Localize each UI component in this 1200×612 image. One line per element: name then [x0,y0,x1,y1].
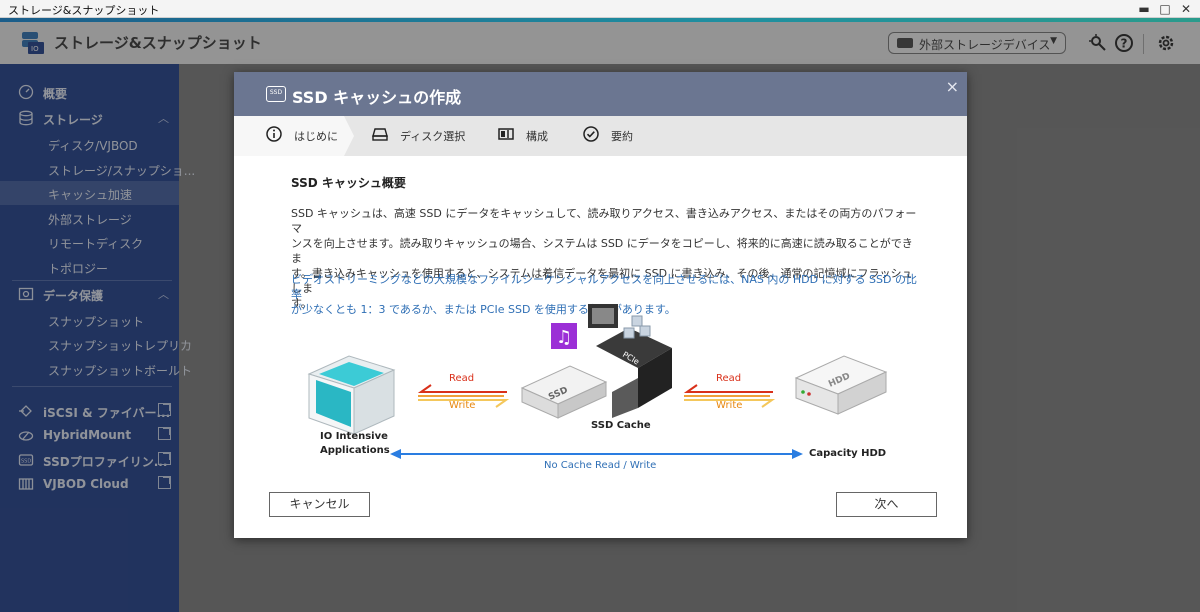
write-label-left: Write [449,400,476,411]
music-icon: ♫ [551,323,577,349]
capacity-hdd-label: Capacity HDD [809,448,887,459]
read-label-left: Read [449,373,475,384]
disk-icon [372,128,388,141]
wizard-steps: はじめに ディスク選択 構成 要約 [234,116,967,156]
step-label: はじめに [294,130,338,143]
info-icon [266,126,282,142]
check-circle-icon [583,126,599,142]
io-apps-label-line2: Applications [320,445,390,456]
svg-text:♫: ♫ [556,327,572,348]
cancel-button[interactable]: キャンセル [269,492,370,517]
ssd-cache-dialog: SSD SSD キャッシュの作成 × はじめに ディスク選択 構成 要約 SSD… [234,72,967,538]
read-label-right: Read [716,373,742,384]
step-label: 構成 [526,130,548,143]
hdd-illustration: HDD [794,355,888,415]
ssd-cache-illustration: PCIe SSD SSD [520,328,672,419]
window-titlebar: ストレージ&スナップショット ▬ □ ✕ [0,0,1200,18]
ssd-cache-label: SSD Cache [591,420,651,431]
no-cache-label: No Cache Read / Write [544,460,657,471]
film-icon [588,304,618,328]
write-label-right: Write [716,400,743,411]
dialog-content: SSD キャッシュ概要 SSD キャッシュは、高速 SSD にデータをキャッシュ… [234,156,967,538]
next-button[interactable]: 次へ [836,492,937,517]
dialog-close-button[interactable]: × [946,77,959,96]
no-cache-arrow [390,449,803,459]
step-label: 要約 [611,130,633,143]
ssd-cache-diagram: PCIe SSD SSD ♫ HDD [307,304,888,459]
io-apps-label-line1: IO Intensive [320,431,388,442]
window-title: ストレージ&スナップショット [8,4,160,17]
dialog-header: SSD SSD キャッシュの作成 × [234,72,967,116]
maximize-button[interactable]: □ [1157,1,1173,17]
close-window-button[interactable]: ✕ [1178,1,1194,17]
configuration-icon [498,128,514,140]
minimize-button[interactable]: ▬ [1136,1,1152,17]
dialog-title: SSD キャッシュの作成 [292,88,462,107]
ssd-icon: SSD [266,86,286,102]
step-label: ディスク選択 [400,130,466,143]
io-applications-illustration [307,355,396,435]
